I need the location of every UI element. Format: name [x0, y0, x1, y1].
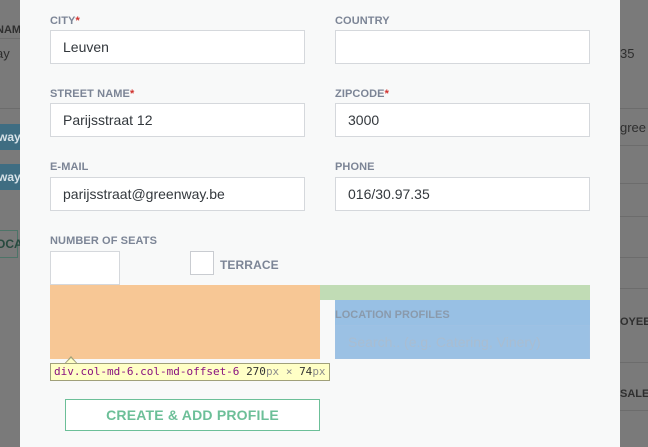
required-marker: * — [75, 15, 80, 27]
city-label: CITY* — [50, 15, 80, 27]
number-of-seats-label: NUMBER OF SEATS — [50, 235, 158, 247]
required-marker: * — [384, 88, 389, 100]
location-modal: CITY* Leuven COUNTRY STREET NAME* Parijs… — [20, 0, 620, 447]
city-input[interactable]: Leuven — [50, 30, 305, 64]
devtools-tooltip: div.col-md-6.col-md-offset-6 270px × 74p… — [50, 363, 330, 381]
bg-column-header: OYEE — [620, 316, 648, 328]
email-input[interactable]: parijsstraat@greenway.be — [50, 177, 305, 211]
bg-cell-text: ay — [0, 46, 10, 61]
background-page-right: 35 gree OYEE SALE — [620, 0, 648, 447]
street-name-input[interactable]: Parijsstraat 12 — [50, 103, 305, 137]
bg-divider — [620, 145, 648, 146]
location-profiles-label: LOCATION PROFILES — [335, 309, 450, 321]
bg-outline-button: OCA — [0, 230, 20, 258]
street-name-label: STREET NAME* — [50, 88, 135, 100]
phone-input[interactable]: 016/30.97.35 — [335, 177, 590, 211]
bg-divider — [0, 108, 20, 109]
bg-cell-text: 35 — [620, 46, 635, 61]
devtools-highlight-padding — [320, 285, 590, 300]
bg-tag: way — [0, 124, 20, 150]
bg-divider — [620, 257, 648, 258]
bg-divider — [620, 216, 648, 217]
bg-divider — [620, 108, 648, 109]
terrace-checkbox[interactable] — [190, 251, 214, 275]
phone-label: PHONE — [335, 161, 375, 173]
background-page-left: NAM ay way way OCA — [0, 0, 20, 447]
bg-divider — [620, 362, 648, 363]
bg-cell-text: gree — [620, 120, 647, 135]
bg-divider — [620, 288, 648, 289]
bg-column-header: SALE — [620, 388, 648, 400]
bg-tag: way — [0, 164, 20, 190]
devtools-highlight-margin — [50, 285, 320, 359]
tooltip-times: × — [285, 365, 293, 378]
number-of-seats-input[interactable] — [50, 251, 120, 285]
tooltip-width: 270 — [246, 365, 266, 378]
email-label: E-MAIL — [50, 161, 89, 173]
terrace-label: TERRACE — [220, 258, 279, 272]
create-add-profile-button[interactable]: CREATE & ADD PROFILE — [65, 399, 320, 431]
tooltip-selector: div.col-md-6.col-md-offset-6 — [54, 365, 240, 378]
tooltip-unit: px — [312, 365, 326, 378]
tooltip-height: 74 — [299, 365, 313, 378]
location-profiles-search-input[interactable]: Search.. (e.g. Catering, Vinery) — [335, 325, 590, 359]
bg-divider — [0, 38, 20, 39]
bg-divider — [620, 410, 648, 411]
bg-column-header: NAM — [0, 24, 20, 36]
required-marker: * — [129, 88, 135, 100]
tooltip-unit: px — [265, 365, 280, 378]
country-label: COUNTRY — [335, 15, 390, 27]
bg-divider — [620, 183, 648, 184]
country-input[interactable] — [335, 30, 590, 64]
zipcode-input[interactable]: 3000 — [335, 103, 590, 137]
zipcode-label: ZIPCODE* — [335, 88, 389, 100]
